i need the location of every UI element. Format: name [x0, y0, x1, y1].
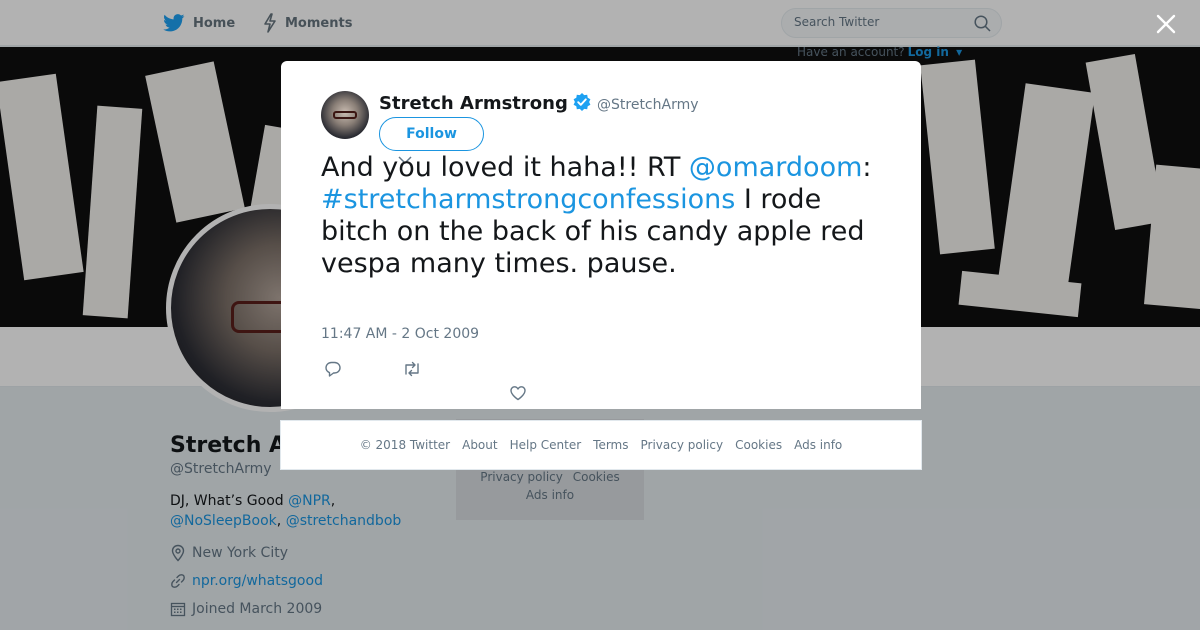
follow-button[interactable]: Follow	[379, 117, 484, 151]
tweet-hashtag-link[interactable]: #stretcharmstrongconfessions	[321, 184, 735, 215]
tweet-timestamp[interactable]: 11:47 AM - 2 Oct 2009	[321, 326, 479, 342]
tweet-modal: Stretch Armstrong @StretchArmy Follow An…	[281, 61, 921, 409]
footer-terms-link[interactable]: Terms	[593, 438, 628, 452]
footer-cookies-link[interactable]: Cookies	[735, 438, 782, 452]
verified-badge-icon	[573, 93, 591, 111]
footer-about-link[interactable]: About	[462, 438, 497, 452]
footer-copyright: © 2018 Twitter	[359, 438, 451, 452]
like-heart-icon[interactable]	[509, 384, 527, 402]
tweet-author-avatar[interactable]	[321, 91, 369, 139]
retweet-icon[interactable]	[402, 360, 422, 378]
footer-privacy-link[interactable]: Privacy policy	[641, 438, 724, 452]
footer-ads-link[interactable]: Ads info	[794, 438, 842, 452]
reply-icon[interactable]	[324, 360, 342, 378]
footer-help-link[interactable]: Help Center	[510, 438, 582, 452]
tweet-author-handle[interactable]: @StretchArmy	[597, 97, 699, 113]
close-icon	[1156, 14, 1176, 34]
modal-footer: © 2018 Twitter About Help Center Terms P…	[280, 420, 922, 470]
tweet-text-part2: :	[862, 152, 872, 183]
close-modal-button[interactable]	[1154, 12, 1178, 36]
tweet-text: And you loved it haha!! RT @omardoom: #s…	[321, 152, 896, 280]
tweet-mention-link[interactable]: @omardoom	[689, 152, 862, 183]
tweet-author-name[interactable]: Stretch Armstrong	[379, 93, 568, 114]
tweet-text-part1: And you loved it haha!! RT	[321, 152, 689, 183]
